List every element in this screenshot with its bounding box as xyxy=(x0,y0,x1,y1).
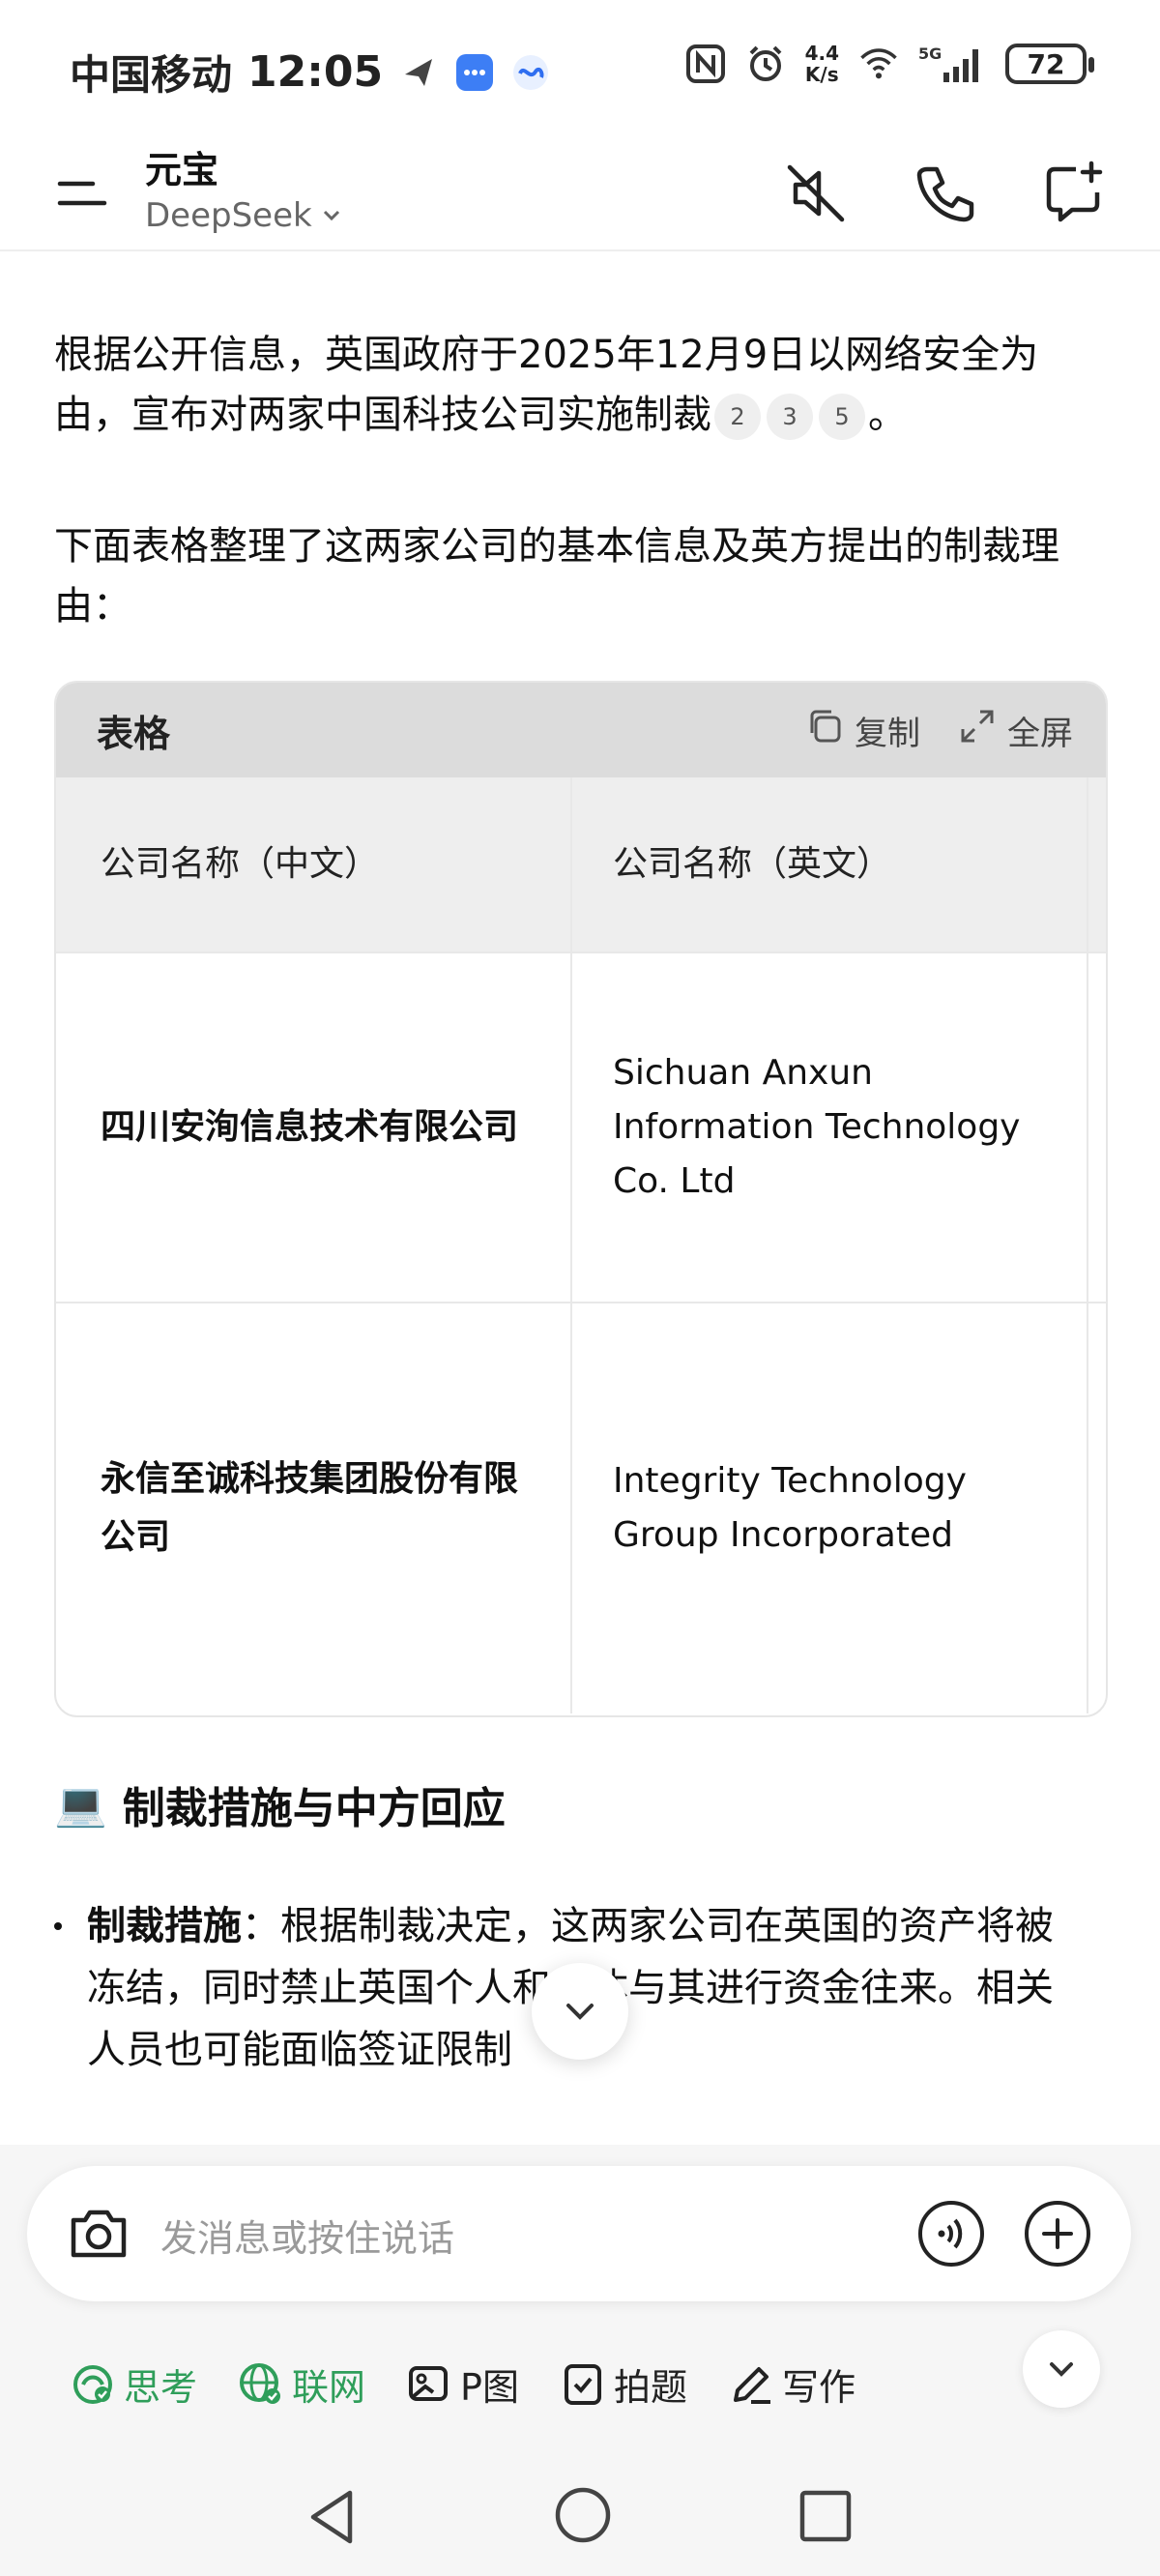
globe-icon xyxy=(240,2362,281,2404)
table-toolbar: 表格 复制 全屏 xyxy=(56,683,1106,777)
fullscreen-label: 全屏 xyxy=(1007,714,1073,753)
table-cell: 永信至诚科技集团股份有限公司 xyxy=(56,1303,572,1713)
camera-icon[interactable] xyxy=(64,2199,133,2269)
new-chat-icon[interactable] xyxy=(1036,155,1114,232)
checklist-icon xyxy=(564,2363,601,2405)
tool-label: 写作 xyxy=(781,2366,856,2409)
model-selector[interactable]: DeepSeek xyxy=(145,193,343,238)
table-header-cell-overflow xyxy=(1088,777,1106,951)
carrier-name: 中国移动 xyxy=(70,51,233,99)
citation-badge[interactable]: 5 xyxy=(819,394,865,440)
copy-table-button[interactable]: 复制 xyxy=(806,707,920,754)
chat-content[interactable]: 根据公开信息，英国政府于2025年12月9日以网络安全为由，宣布对两家中国科技公… xyxy=(54,251,1108,2147)
table-cell-overflow xyxy=(1088,953,1106,1302)
chevron-down-icon xyxy=(1050,2362,1073,2377)
yuanbao-app-icon xyxy=(510,52,551,93)
section-title: 制裁措施与中方回应 xyxy=(122,1784,506,1833)
tool-label: 拍题 xyxy=(613,2366,687,2409)
plus-icon[interactable] xyxy=(1023,2199,1092,2269)
menu-icon[interactable] xyxy=(54,164,112,222)
network-type: 5G xyxy=(918,44,942,63)
tool-web-search[interactable]: 联网 xyxy=(238,2357,365,2411)
scroll-to-bottom-button[interactable] xyxy=(532,1963,628,2060)
table-label: 表格 xyxy=(97,712,171,755)
copy-icon xyxy=(806,708,843,753)
tool-image-edit[interactable]: P图 xyxy=(406,2357,519,2411)
tool-think[interactable]: 思考 xyxy=(70,2357,197,2411)
tool-bar: 思考 联网 P图 拍题 写作 xyxy=(70,2357,856,2411)
chat-header: 元宝 DeepSeek xyxy=(0,135,1160,251)
mute-speaker-icon[interactable] xyxy=(777,155,855,232)
tool-label: P图 xyxy=(460,2366,519,2409)
think-icon xyxy=(73,2364,112,2404)
chevron-down-icon xyxy=(320,193,343,238)
alarm-icon xyxy=(745,44,786,84)
table-header-cell: 公司名称（中文） xyxy=(56,777,572,951)
composer-area: 发消息或按住说话 思考 联网 P图 拍题 写作 xyxy=(0,2145,1160,2576)
status-bar: 中国移动 12:05 4.4 K/s 5G 72 xyxy=(0,0,1160,135)
cellular-signal-icon: 5G xyxy=(918,44,986,84)
wifi-icon xyxy=(858,44,899,84)
reply-paragraph-1: 根据公开信息，英国政府于2025年12月9日以网络安全为由，宣布对两家中国科技公… xyxy=(54,325,1088,445)
net-speed: 4.4 K/s xyxy=(804,42,839,86)
section-heading: 💻 制裁措施与中方回应 xyxy=(54,1773,506,1835)
app-title: 元宝 xyxy=(145,149,219,191)
model-name: DeepSeek xyxy=(145,196,312,235)
table-cell: Integrity Technology Group Incorporated xyxy=(572,1303,1088,1713)
list-item-label: 制裁措施 xyxy=(87,1904,242,1948)
title-area[interactable]: 元宝 DeepSeek xyxy=(145,147,343,238)
table-cell: 四川安洵信息技术有限公司 xyxy=(56,953,572,1302)
battery-indicator: 72 xyxy=(1005,44,1094,84)
tool-label: 联网 xyxy=(292,2366,366,2409)
message-input-placeholder[interactable]: 发消息或按住说话 xyxy=(160,2209,454,2262)
voice-call-icon[interactable] xyxy=(916,2199,986,2269)
expand-icon xyxy=(959,708,996,753)
bullet-dot xyxy=(54,1922,62,1930)
reply-paragraph-2: 下面表格整理了这两家公司的基本信息及英方提出的制裁理由： xyxy=(54,524,1059,629)
clock: 12:05 xyxy=(247,47,384,97)
message-input-box[interactable]: 发消息或按住说话 xyxy=(27,2166,1131,2301)
more-tools-button[interactable] xyxy=(1023,2330,1100,2408)
home-icon[interactable] xyxy=(551,2483,615,2551)
table-header-cell: 公司名称（英文） xyxy=(572,777,1088,951)
tool-writing[interactable]: 写作 xyxy=(728,2357,856,2411)
recent-apps-icon[interactable] xyxy=(798,2489,853,2547)
phone-call-icon[interactable] xyxy=(907,155,984,232)
nfc-icon xyxy=(685,44,726,84)
table-row: 四川安洵信息技术有限公司 Sichuan Anxun Information T… xyxy=(56,951,1106,1302)
table-header-row: 公司名称（中文） 公司名称（英文） xyxy=(56,777,1106,951)
data-table: 表格 复制 全屏 公司名称（中文） 公司名称（英文） 四川安洵信息技术有限公司 … xyxy=(54,681,1108,1717)
table-cell: Sichuan Anxun Information Technology Co.… xyxy=(572,953,1088,1302)
table-cell-overflow xyxy=(1088,1303,1106,1713)
system-nav-bar xyxy=(0,2460,1160,2576)
citation-badge[interactable]: 2 xyxy=(714,394,761,440)
image-edit-icon xyxy=(409,2365,449,2401)
chevron-down-icon xyxy=(566,2004,594,2020)
back-icon[interactable] xyxy=(300,2483,367,2555)
pencil-icon xyxy=(733,2366,770,2404)
message-app-icon xyxy=(454,52,495,93)
tool-label: 思考 xyxy=(124,2366,198,2409)
table-row: 永信至诚科技集团股份有限公司 Integrity Technology Grou… xyxy=(56,1302,1106,1713)
laptop-emoji: 💻 xyxy=(54,1780,107,1830)
citation-badge[interactable]: 3 xyxy=(767,394,813,440)
tool-photo-question[interactable]: 拍题 xyxy=(560,2357,687,2411)
copy-label: 复制 xyxy=(855,714,920,753)
paper-plane-icon xyxy=(398,52,439,93)
fullscreen-button[interactable]: 全屏 xyxy=(959,707,1073,754)
